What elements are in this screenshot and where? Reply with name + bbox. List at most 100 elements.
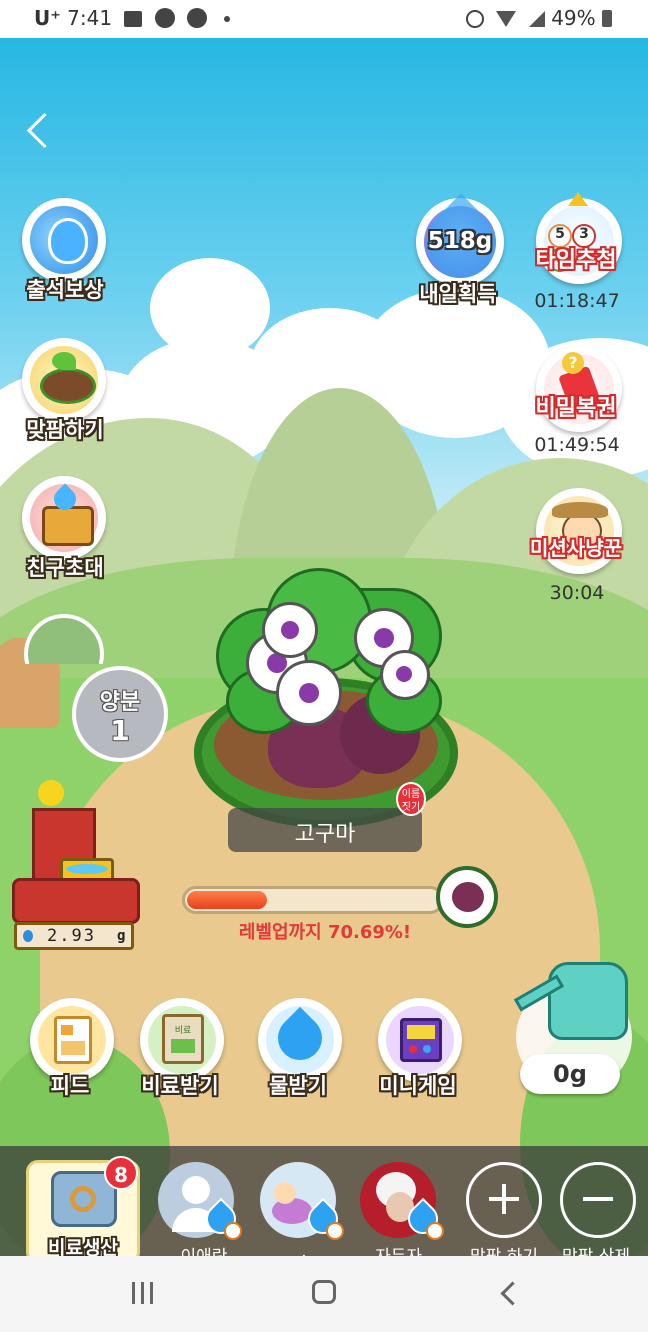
friend-name: . — [301, 1242, 307, 1256]
add-farm-label: 맞팜 하기 — [452, 1242, 556, 1256]
level-progress-fill — [187, 891, 267, 909]
friend-avatar[interactable] — [158, 1162, 243, 1241]
potion-icon — [48, 218, 88, 264]
time-lottery-label: 타임추첨 — [535, 248, 617, 273]
back-button[interactable] — [20, 110, 63, 154]
nutrient-indicator[interactable]: 양분 1 — [72, 666, 168, 762]
friend-avatar[interactable] — [360, 1162, 445, 1241]
plant-name-plate[interactable]: 고구마 — [228, 808, 422, 852]
attendance-label: 출석보상 — [26, 278, 104, 302]
secret-lottery-label: 비밀복권 — [535, 396, 617, 421]
home-button[interactable] — [312, 1280, 336, 1304]
watering-can-amount: 0g — [520, 1054, 620, 1094]
flower-icon — [262, 602, 318, 658]
back-icon — [500, 1281, 525, 1306]
feed-label: 피드 — [50, 1074, 90, 1098]
recent-apps-button[interactable] — [130, 1282, 156, 1306]
minigame-label: 미니게임 — [379, 1074, 457, 1098]
explorer-hat-icon — [552, 502, 608, 518]
time-lottery-timer: 01:18:47 — [534, 290, 620, 312]
crown-icon — [568, 192, 588, 206]
status-left: U⁺ 7:41 — [34, 6, 230, 30]
fertilizer-label: 비료받기 — [141, 1074, 219, 1098]
invite-friend-button[interactable]: 친구초대 — [20, 476, 112, 586]
mission-label: 미션사냥꾼 — [530, 536, 622, 560]
watering-can-button[interactable]: 0g — [508, 942, 638, 1102]
level-progress-text: 레벨업까지 70.69%! — [238, 922, 412, 943]
watering-can-icon — [548, 962, 628, 1040]
back-nav-button[interactable] — [496, 1281, 525, 1306]
water-tank-value: 2.93 — [47, 926, 96, 946]
partial-menu-button[interactable] — [22, 614, 108, 664]
friend-name: 이애란 — [154, 1242, 254, 1256]
water-button[interactable]: 물받기 — [252, 998, 348, 1102]
sy-icon — [154, 8, 175, 28]
fertilizer-bag-icon: 비료 — [162, 1014, 204, 1064]
signal-icon — [528, 11, 545, 27]
farm-button[interactable]: 맞팜하기 — [20, 338, 112, 448]
flower-icon — [276, 660, 342, 726]
water-drop-icon — [23, 930, 33, 942]
clock-icon — [426, 1222, 444, 1240]
question-mark-icon: ? — [562, 352, 584, 374]
fertilizer-button[interactable]: 비료 비료받기 — [134, 998, 230, 1102]
navigation-bar — [0, 1256, 648, 1332]
sprout-icon — [52, 352, 76, 370]
battery-text: 49% — [551, 6, 596, 30]
treasure-chest-icon — [42, 506, 94, 546]
clock-icon — [224, 1222, 242, 1240]
carrier-label: U⁺ — [34, 6, 61, 30]
water-label: 물받기 — [269, 1074, 327, 1098]
nutrient-label: 양분 — [99, 690, 141, 715]
tomorrow-label: 내일획득 — [419, 282, 497, 306]
friend-avatar[interactable] — [260, 1162, 345, 1241]
minigame-button[interactable]: 미니게임 — [368, 998, 468, 1102]
nutrient-value: 1 — [110, 714, 130, 747]
feed-document-icon — [54, 1016, 92, 1064]
attendance-reward-button[interactable]: 출석보상 — [20, 198, 112, 308]
water-tank-base — [12, 878, 140, 924]
delete-farm-button[interactable] — [560, 1162, 636, 1238]
fertilizer-production-label: 비료생산 — [48, 1237, 118, 1256]
add-farm-button[interactable] — [466, 1162, 542, 1238]
dot-icon — [223, 16, 230, 22]
farm-label: 맞팜하기 — [26, 418, 104, 442]
friend-name: 자두자.. — [354, 1242, 454, 1256]
alarm-icon — [466, 10, 485, 28]
arcade-machine-icon — [400, 1018, 442, 1062]
status-bar: U⁺ 7:41 49% — [0, 0, 648, 38]
clock-icon — [326, 1222, 344, 1240]
delete-farm-label: 맞팜 삭제 — [544, 1242, 648, 1256]
plant-name: 고구마 — [294, 822, 356, 847]
tomorrow-amount: 518g — [427, 228, 493, 254]
fertilizer-bag-text: 비료 — [174, 1026, 192, 1036]
mission-timer: 30:04 — [549, 582, 605, 604]
flower-icon — [380, 650, 430, 700]
time-lottery-button[interactable]: 5 37 타임추첨 01:18:47 — [520, 192, 634, 324]
plus-icon-vertical — [502, 1184, 506, 1214]
secret-lottery-timer: 01:49:54 — [534, 434, 620, 456]
notification-badge: 8 — [104, 1156, 138, 1190]
battery-icon — [602, 10, 612, 27]
water-tank-unit: g — [117, 928, 126, 944]
minus-icon — [583, 1197, 613, 1201]
water-tank-display: 2.93 g — [14, 922, 134, 950]
invite-label: 친구초대 — [26, 556, 104, 580]
friends-bar: 비료생산 8 이애란 . 자두자.. 맞팜 하기 — [0, 1146, 648, 1256]
leaf-icon — [187, 8, 208, 28]
feed-button[interactable]: 피드 — [24, 998, 120, 1102]
level-progress-bar — [182, 886, 444, 914]
recent-apps-icon — [132, 1282, 135, 1304]
secret-lottery-button[interactable]: ? 비밀복권 01:49:54 — [520, 342, 634, 466]
bird-icon — [38, 780, 64, 806]
image-icon — [124, 11, 143, 27]
clock: 7:41 — [67, 6, 113, 30]
wifi-icon — [496, 11, 517, 27]
game-area: 출석보상 맞팜하기 친구초대 양분 1 518g 내일획득 5 37 타임추첨 … — [0, 38, 648, 1256]
rename-badge[interactable]: 이름 짓기 — [396, 782, 426, 816]
mission-hunter-button[interactable]: 미션사냥꾼 30:04 — [520, 484, 634, 608]
seedling-pot-icon — [40, 368, 96, 404]
tomorrow-reward-button[interactable]: 518g 내일획득 — [410, 193, 511, 308]
status-right: 49% — [466, 6, 612, 30]
chevron-left-icon — [26, 112, 63, 149]
